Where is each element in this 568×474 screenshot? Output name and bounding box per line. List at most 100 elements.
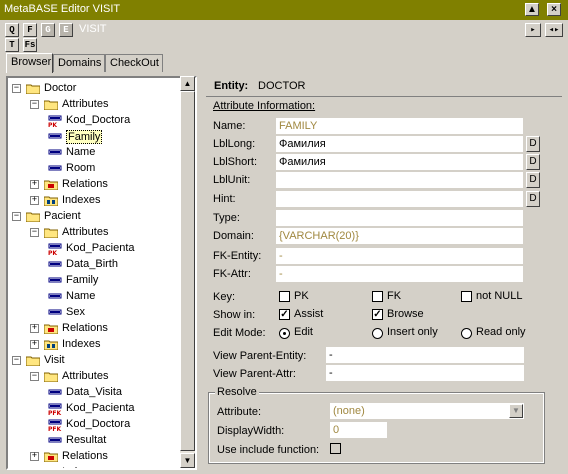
expand-toggle[interactable]: + bbox=[30, 452, 39, 461]
show-in-checkbox[interactable]: ✓ bbox=[279, 309, 290, 320]
tree-node[interactable]: + Indexes bbox=[8, 193, 183, 209]
primary-foreign-key-icon: PFK bbox=[48, 419, 62, 433]
edit-mode-radio[interactable] bbox=[461, 328, 472, 339]
close-button[interactable]: × bbox=[547, 3, 561, 16]
tree-node[interactable]: Name bbox=[8, 145, 183, 161]
e-button[interactable]: E bbox=[59, 23, 73, 37]
tree-node[interactable]: Sex bbox=[8, 305, 183, 321]
svg-text:PK: PK bbox=[48, 122, 57, 127]
field-input[interactable] bbox=[276, 191, 523, 207]
field-input[interactable]: - bbox=[276, 248, 523, 264]
tab-checkout[interactable]: CheckOut bbox=[105, 54, 163, 72]
tree-node[interactable]: Family bbox=[8, 129, 183, 145]
tab-domains[interactable]: Domains bbox=[53, 54, 105, 72]
tree-node-label: Family bbox=[66, 274, 99, 286]
view-parent-entity-input[interactable]: - bbox=[326, 347, 524, 363]
field-input[interactable]: Фамилия bbox=[276, 136, 523, 152]
tree-node[interactable]: PFK Kod_Doctora bbox=[8, 417, 183, 433]
tree-node[interactable]: Family bbox=[8, 273, 183, 289]
fs-button[interactable]: Fs bbox=[23, 38, 37, 52]
tree-node[interactable]: Room bbox=[8, 161, 183, 177]
include-function-checkbox[interactable] bbox=[330, 443, 341, 454]
view-parent-attr-input[interactable]: - bbox=[326, 365, 524, 381]
tree-node[interactable]: Data_Visita bbox=[8, 385, 183, 401]
scroll-down-button[interactable]: ▼ bbox=[180, 453, 195, 468]
tree-node[interactable]: − Doctor bbox=[8, 81, 183, 97]
domain-button[interactable]: D bbox=[526, 191, 540, 207]
key-checkbox[interactable] bbox=[372, 291, 383, 302]
tree-node[interactable]: − Visit bbox=[8, 353, 183, 369]
tree-node-label: Indexes bbox=[62, 466, 101, 468]
relations-folder-icon bbox=[43, 323, 59, 335]
tree-node-label: Data_Birth bbox=[66, 258, 118, 270]
tree-node[interactable]: − Pacient bbox=[8, 209, 183, 225]
title-bar[interactable]: MetaBASE Editor VISIT ▲ × bbox=[0, 0, 568, 20]
field-input[interactable] bbox=[276, 210, 523, 226]
q-button[interactable]: Q bbox=[5, 23, 19, 37]
tree-node[interactable]: PK Kod_Doctora bbox=[8, 113, 183, 129]
nav-arrows-button[interactable]: ▸ bbox=[525, 23, 541, 37]
edit-mode-radio[interactable] bbox=[279, 328, 290, 339]
collapse-toggle[interactable]: − bbox=[30, 372, 39, 381]
collapse-toggle[interactable]: − bbox=[30, 100, 39, 109]
tree-node-label: Visit bbox=[44, 354, 65, 366]
field-input[interactable]: - bbox=[276, 266, 523, 282]
expand-toggle[interactable]: + bbox=[30, 196, 39, 205]
tree-node[interactable]: + Relations bbox=[8, 177, 183, 193]
resolve-attribute-select[interactable]: (none) bbox=[330, 403, 524, 419]
tree-node[interactable]: Data_Birth bbox=[8, 257, 183, 273]
domain-button[interactable]: D bbox=[526, 154, 540, 170]
tree-node[interactable]: − Attributes bbox=[8, 225, 183, 241]
edit-mode-label: Edit Mode: bbox=[213, 327, 266, 339]
key-option-label: PK bbox=[294, 290, 309, 302]
field-input[interactable] bbox=[276, 172, 523, 188]
t-button[interactable]: T bbox=[5, 38, 19, 52]
display-width-input[interactable]: 0 bbox=[330, 422, 387, 438]
view-parent-attr-label: View Parent-Attr: bbox=[213, 368, 296, 380]
domain-button[interactable]: D bbox=[526, 172, 540, 188]
scroll-thumb[interactable] bbox=[180, 91, 195, 451]
scroll-up-button[interactable]: ▲ bbox=[180, 76, 195, 91]
expand-toggle[interactable]: + bbox=[30, 180, 39, 189]
field-label: LblUnit: bbox=[213, 174, 251, 186]
tree-node-label: Name bbox=[66, 290, 96, 302]
collapse-toggle[interactable]: − bbox=[12, 356, 21, 365]
tree-node[interactable]: Resultat bbox=[8, 433, 183, 449]
expand-toggle[interactable]: + bbox=[32, 468, 37, 469]
field-input[interactable]: {VARCHAR(20)} bbox=[276, 228, 523, 244]
show-in-checkbox[interactable]: ✓ bbox=[372, 309, 383, 320]
tab-browser[interactable]: Browser bbox=[6, 53, 53, 73]
collapse-toggle[interactable]: − bbox=[12, 84, 21, 93]
field-input[interactable]: FAMILY bbox=[276, 118, 523, 134]
tree-node[interactable]: + Relations bbox=[8, 321, 183, 337]
edit-mode-radio[interactable] bbox=[372, 328, 383, 339]
tree-node[interactable]: + Indexes bbox=[8, 465, 183, 469]
key-checkbox[interactable] bbox=[279, 291, 290, 302]
expand-toggle[interactable]: + bbox=[30, 340, 39, 349]
collapse-toggle[interactable]: − bbox=[12, 212, 21, 221]
field-input[interactable]: Фамилия bbox=[276, 154, 523, 170]
relations-folder-icon bbox=[43, 179, 59, 191]
tree-node[interactable]: Name bbox=[8, 289, 183, 305]
tree-node[interactable]: + Relations bbox=[8, 449, 183, 465]
tree-scrollbar[interactable]: ▲ ▼ bbox=[180, 76, 195, 468]
restore-button[interactable]: ▲ bbox=[525, 3, 539, 16]
primary-foreign-key-icon: PFK bbox=[48, 403, 62, 417]
resolve-attribute-label: Attribute: bbox=[217, 406, 262, 418]
domain-button[interactable]: D bbox=[526, 136, 540, 152]
g-button[interactable]: G bbox=[41, 23, 55, 37]
f-button[interactable]: F bbox=[23, 23, 37, 37]
browser-tree[interactable]: − Doctor − Attributes PK Kod_Doctora Family Nam… bbox=[6, 76, 197, 470]
divider bbox=[206, 96, 562, 97]
tree-node[interactable]: − Attributes bbox=[8, 97, 183, 113]
window-arrows-button[interactable]: ◂▸ bbox=[545, 23, 563, 37]
tree-node[interactable]: PK Kod_Pacienta bbox=[8, 241, 183, 257]
key-checkbox[interactable] bbox=[461, 291, 472, 302]
chevron-down-icon[interactable]: ▼ bbox=[509, 404, 523, 418]
tree-node[interactable]: + Indexes bbox=[8, 337, 183, 353]
expand-toggle[interactable]: + bbox=[30, 324, 39, 333]
tree-node-label: Pacient bbox=[44, 210, 81, 222]
collapse-toggle[interactable]: − bbox=[30, 228, 39, 237]
tree-node[interactable]: − Attributes bbox=[8, 369, 183, 385]
tree-node[interactable]: PFK Kod_Pacienta bbox=[8, 401, 183, 417]
